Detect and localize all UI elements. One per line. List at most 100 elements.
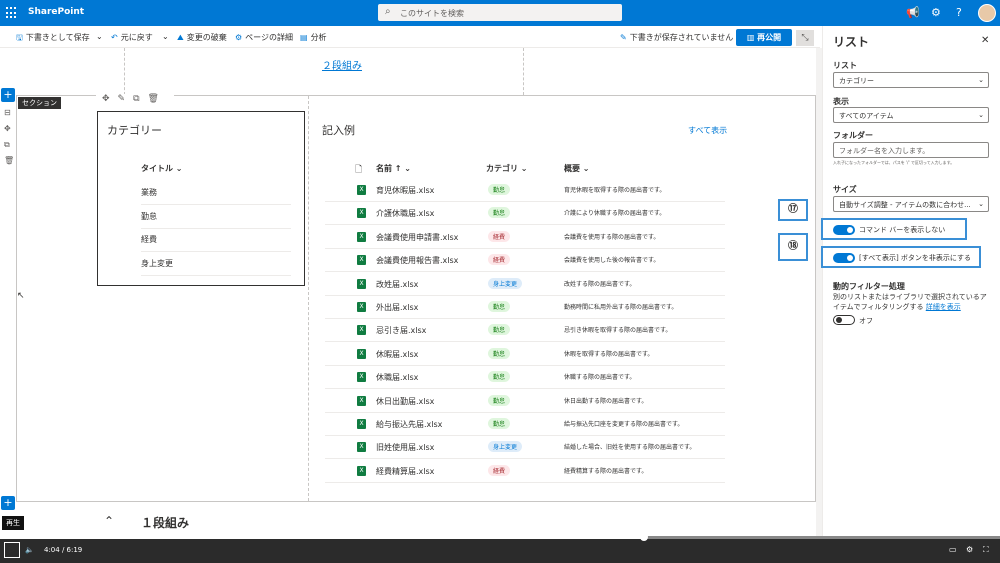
list-item[interactable]: X 会議費使用報告書.xlsx 経費 会議費を使用した後の報告書です。 xyxy=(325,249,725,273)
duplicate-icon[interactable]: ⧉ xyxy=(133,94,139,108)
category-column-label: タイトル xyxy=(141,164,173,173)
category-column-header-2[interactable]: カテゴリ ⌄ xyxy=(486,163,528,174)
file-name[interactable]: 会議費使用報告書.xlsx xyxy=(376,255,458,266)
gear-icon[interactable]: ⚙ xyxy=(931,6,941,19)
file-summary: 育児休暇を取得する際の届出書です。 xyxy=(564,187,666,194)
folder-label: フォルダー xyxy=(833,131,873,140)
category-column-header[interactable]: タイトル ⌄ xyxy=(141,163,183,174)
size-label: サイズ xyxy=(833,185,857,194)
undo-dropdown-icon[interactable]: ⌄ xyxy=(162,32,169,41)
save-draft-button[interactable]: 🖫 下書きとして保存 xyxy=(16,32,90,46)
list-item[interactable]: X 給与振込先届.xlsx 勤怠 給与振込先口座を変更する際の届出書です。 xyxy=(325,413,725,436)
summary-column-header[interactable]: 概要 ⌄ xyxy=(564,163,590,174)
file-name[interactable]: 休職届.xlsx xyxy=(376,372,418,383)
excel-file-icon: X xyxy=(357,348,366,359)
app-launcher-icon[interactable] xyxy=(6,7,18,19)
pencil-icon: ✎ xyxy=(620,33,627,42)
details-link[interactable]: 詳細を表示 xyxy=(926,303,961,311)
category-list-item[interactable]: 業務 xyxy=(141,187,291,205)
list-item[interactable]: X 経費精算届.xlsx 経費 経費精算する際の届出書です。 xyxy=(325,460,725,483)
list-item[interactable]: X 休職届.xlsx 勤怠 休職する際の届出書です。 xyxy=(325,366,725,390)
file-name[interactable]: 経費精算届.xlsx xyxy=(376,466,434,477)
category-tag: 勤怠 xyxy=(488,347,511,359)
video-progress-handle[interactable] xyxy=(640,533,648,541)
search-placeholder: このサイトを検索 xyxy=(400,9,464,18)
section-duplicate-icon[interactable]: ⧉ xyxy=(4,140,10,150)
file-name[interactable]: 休暇届.xlsx xyxy=(376,349,418,360)
help-icon[interactable]: ? xyxy=(956,6,962,19)
list-item[interactable]: X 休日出勤届.xlsx 勤怠 休日出勤する際の届出書です。 xyxy=(325,390,725,413)
search-icon: ⌕ xyxy=(385,6,391,17)
republish-button[interactable]: ▥ 再公開 xyxy=(736,29,792,46)
file-name[interactable]: 忌引き届.xlsx xyxy=(376,325,426,336)
sort-up-icon: ↑ xyxy=(394,164,402,173)
close-icon[interactable]: ✕ xyxy=(981,35,989,46)
volume-icon[interactable]: 🔈 xyxy=(25,546,34,554)
list-item[interactable]: X 休暇届.xlsx 勤怠 休暇を取得する際の届出書です。 xyxy=(325,343,725,366)
section-title-link[interactable]: ２段組み xyxy=(322,57,362,72)
file-summary: 会議費を使用する際の届出書です。 xyxy=(564,233,660,241)
see-all-link[interactable]: すべて表示 xyxy=(688,125,727,136)
page-details-button[interactable]: ⚙ ページの詳細 xyxy=(235,32,293,43)
file-summary: 忌引き休暇を取得する際の届出書です。 xyxy=(564,327,672,335)
file-name[interactable]: 改姓届.xlsx xyxy=(376,279,418,290)
video-player-bar: 🔈 4:04 / 6:19 ▭ ⚙ ⛶ xyxy=(0,538,1000,563)
folder-input[interactable]: フォルダー名を入力します。 xyxy=(833,142,989,158)
discard-icon: ⛰ xyxy=(177,33,184,42)
discard-button[interactable]: ⛰ 変更の破棄 xyxy=(177,32,227,43)
analytics-button[interactable]: ▤ 分析 xyxy=(300,32,327,43)
avatar[interactable] xyxy=(978,4,996,22)
collapse-pane-icon[interactable]: ⤡ xyxy=(796,30,814,46)
undo-button[interactable]: ↶ 元に戻す xyxy=(111,32,153,43)
settings-icon[interactable]: ⚙ xyxy=(966,545,973,554)
chevron-up-icon[interactable]: ⌃ xyxy=(104,514,114,528)
undo-label: 元に戻す xyxy=(120,33,153,42)
delete-icon[interactable]: 🗑 xyxy=(148,94,159,108)
list-item[interactable]: X 外出届.xlsx 勤怠 勤務時間に私用外出する際の届出書です。 xyxy=(325,296,725,319)
hide-command-bar-label: コマンド バーを表示しない xyxy=(859,226,946,234)
file-name[interactable]: 介護休職届.xlsx xyxy=(376,208,434,219)
list-item[interactable]: X 改姓届.xlsx 身上変更 改姓する際の届出書です。 xyxy=(325,273,725,296)
excel-file-icon: X xyxy=(357,302,366,312)
view-dropdown[interactable]: すべてのアイテム ⌄ xyxy=(833,107,989,123)
list-item[interactable]: X 会議費使用申請書.xlsx 経費 会議費を使用する際の届出書です。 xyxy=(325,226,725,249)
hide-command-bar-toggle[interactable] xyxy=(833,225,855,235)
section-delete-icon[interactable]: 🗑 xyxy=(4,156,14,165)
file-name[interactable]: 外出届.xlsx xyxy=(376,302,418,313)
category-list-item[interactable]: 勤怠 xyxy=(141,211,291,229)
chevron-down-icon: ⌄ xyxy=(978,200,984,208)
folder-placeholder: フォルダー名を入力します。 xyxy=(839,147,930,155)
file-name[interactable]: 給与振込先届.xlsx xyxy=(376,419,442,430)
list-dropdown[interactable]: カテゴリー ⌄ xyxy=(833,72,989,88)
play-icon[interactable]: ▷ xyxy=(4,542,20,558)
pane-title: リスト xyxy=(833,35,870,49)
file-name[interactable]: 会議費使用申請書.xlsx xyxy=(376,232,458,243)
file-name[interactable]: 旧姓使用届.xlsx xyxy=(376,442,434,453)
category-list-item[interactable]: 経費 xyxy=(141,234,291,252)
file-summary: 改姓する際の届出書です。 xyxy=(564,280,636,288)
megaphone-icon[interactable]: 📢 xyxy=(906,6,920,19)
search-box[interactable]: ⌕ このサイトを検索 xyxy=(378,4,622,21)
brand-label[interactable]: SharePoint xyxy=(28,7,84,17)
add-section-top-button[interactable]: + xyxy=(1,88,15,102)
play-tooltip: 再生 xyxy=(2,516,24,530)
move-icon[interactable]: ✥ xyxy=(102,94,110,108)
file-name[interactable]: 休日出勤届.xlsx xyxy=(376,396,434,407)
hide-see-all-toggle[interactable] xyxy=(833,253,855,263)
dynamic-filter-toggle[interactable] xyxy=(833,315,855,325)
size-dropdown[interactable]: 自動サイズ調整 - アイテムの数に合わせ... ⌄ xyxy=(833,196,989,212)
section-edit-icon[interactable]: ⊟ xyxy=(4,108,11,117)
list-item[interactable]: X 介護休職届.xlsx 勤怠 介護により休職する際の届出書です。 xyxy=(325,202,725,226)
list-item[interactable]: X 旧姓使用届.xlsx 身上変更 結婚した場合、旧姓を使用する際の届出書です。 xyxy=(325,436,725,460)
category-list-item[interactable]: 身上変更 xyxy=(141,258,291,276)
captions-icon[interactable]: ▭ xyxy=(949,545,957,554)
save-draft-dropdown-icon[interactable]: ⌄ xyxy=(96,32,103,41)
file-name[interactable]: 育児休暇届.xlsx xyxy=(376,185,434,196)
name-column-header[interactable]: 名前 ↑ ⌄ xyxy=(376,163,411,174)
list-item[interactable]: X 育児休暇届.xlsx 勤怠 育児休暇を取得する際の届出書です。 xyxy=(325,179,725,202)
fullscreen-icon[interactable]: ⛶ xyxy=(983,545,989,555)
edit-icon[interactable]: ✎ xyxy=(118,94,126,108)
list-item[interactable]: X 忌引き届.xlsx 勤怠 忌引き休暇を取得する際の届出書です。 xyxy=(325,319,725,343)
section-move-icon[interactable]: ✥ xyxy=(4,124,11,133)
add-section-bottom-button[interactable]: + xyxy=(1,496,15,510)
